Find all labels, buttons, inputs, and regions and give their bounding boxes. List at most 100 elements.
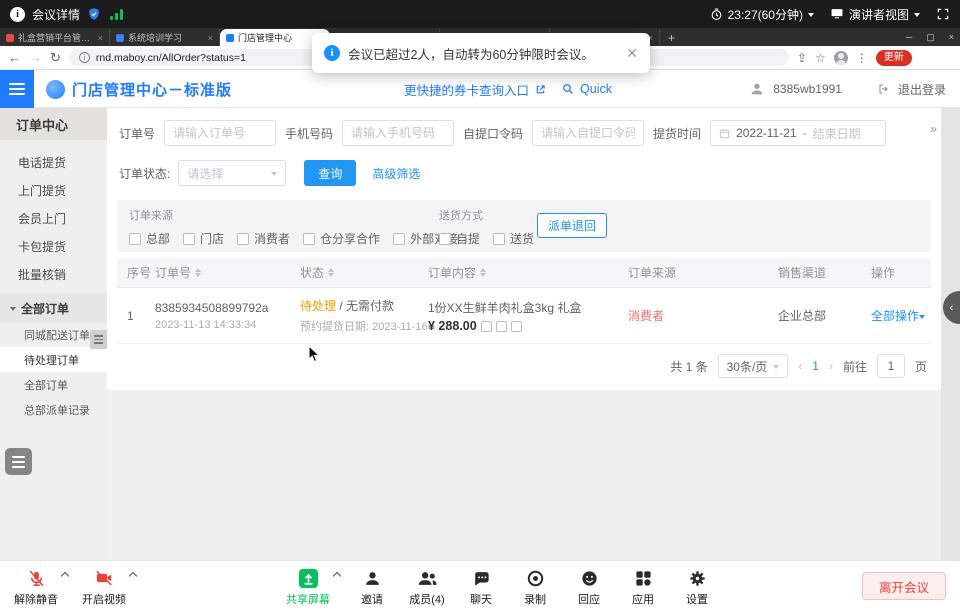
info-icon: i [324, 45, 340, 61]
record-button[interactable]: 录制 [511, 567, 559, 607]
quick-label[interactable]: Quick [580, 82, 612, 96]
dispatch-return-button[interactable]: 派单退回 [537, 213, 607, 238]
members-icon [417, 567, 438, 589]
tab-close-icon[interactable]: × [208, 33, 213, 43]
mouse-cursor [308, 345, 321, 368]
quick-entry-link[interactable]: 更快捷的券卡查询入口 [404, 80, 529, 99]
sidebar-item-member-visit[interactable]: 会员上门 [0, 204, 107, 232]
filter-panel: 订单来源 总部 门店 消费者 仓分享合作 外部对接 送货方式 自提 送货 派单退… [117, 200, 931, 252]
sidebar-collapse-handle[interactable] [90, 330, 107, 349]
cell-order-time: 2023-11-13 14:33:34 [155, 319, 300, 331]
checkbox-icon[interactable] [129, 233, 141, 245]
browser-profile-avatar[interactable] [834, 51, 848, 65]
collapse-panel-icon[interactable]: » [930, 122, 937, 136]
search-icon [562, 83, 574, 95]
checkbox-source-warehouse[interactable]: 仓分享合作 [303, 230, 380, 247]
meeting-info-icon[interactable]: i [10, 7, 25, 22]
chevron-up-icon[interactable] [129, 572, 137, 580]
cell-pickup-date: 预约提货日期: 2023-11-16 [300, 318, 428, 334]
goto-page-input[interactable] [877, 354, 905, 378]
chevron-up-icon[interactable] [333, 572, 341, 580]
checkbox-icon[interactable] [393, 233, 405, 245]
share-icon[interactable]: ⇪ [797, 52, 807, 64]
start-video-button[interactable]: 开启视频 [76, 567, 132, 607]
menu-toggle-button[interactable] [0, 70, 34, 108]
chevron-down-icon [914, 13, 920, 20]
checkbox-icon[interactable] [439, 233, 451, 245]
checkbox-icon[interactable] [183, 233, 195, 245]
date-range-picker[interactable]: 2022-11-21 - 结束日期 [710, 120, 886, 146]
toast-close-icon[interactable]: ✕ [626, 45, 638, 62]
sidebar-item-hq-dispatch-log[interactable]: 总部派单记录 [0, 397, 107, 422]
invite-button[interactable]: 邀请 [348, 567, 396, 607]
browser-tab[interactable]: 系统培训学习× [110, 29, 220, 46]
sidebar-group-all-orders[interactable]: 全部订单 [0, 294, 107, 322]
bookmark-star-icon[interactable]: ☆ [815, 52, 826, 64]
maximize-button[interactable]: ▢ [926, 32, 935, 43]
pickup-code-input[interactable] [532, 120, 644, 146]
meeting-details-label[interactable]: 会议详情 [32, 6, 80, 23]
meeting-timer-dropdown[interactable]: 23:27(60分钟) [710, 6, 814, 23]
chevron-up-icon[interactable] [61, 572, 69, 580]
next-page-button[interactable]: › [829, 359, 833, 373]
floating-list-button[interactable] [5, 448, 32, 475]
toast-notification: i 会议已超过2人，自动转为60分钟限时会议。 ✕ [312, 33, 650, 73]
apps-button[interactable]: 应用 [619, 567, 667, 607]
sidebar-item-all-orders[interactable]: 全部订单 [0, 372, 107, 397]
checkbox-source-consumer[interactable]: 消费者 [237, 230, 290, 247]
sort-icon[interactable] [480, 265, 486, 280]
close-button[interactable]: × [949, 32, 954, 42]
checkbox-delivery-pickup[interactable]: 自提 [439, 230, 480, 247]
chat-button[interactable]: 聊天 [457, 567, 505, 607]
browser-tab[interactable]: 礼盒营销平台管理中心× [0, 29, 110, 46]
phone-input[interactable] [342, 120, 454, 146]
order-no-input[interactable] [164, 120, 276, 146]
date-start-value: 2022-11-21 [736, 126, 797, 140]
leave-meeting-button[interactable]: 离开会议 [862, 572, 946, 600]
sort-icon[interactable] [328, 265, 334, 280]
tab-close-icon[interactable]: × [98, 33, 103, 43]
reload-button[interactable]: ↻ [50, 51, 61, 64]
fullscreen-icon[interactable] [936, 7, 950, 21]
advanced-filter-link[interactable]: 高级筛选 [372, 165, 420, 182]
delivery-group-label: 送货方式 [439, 207, 534, 223]
share-screen-button[interactable]: 共享屏幕 [280, 567, 336, 607]
status-select[interactable]: 请选择 [178, 160, 286, 186]
browser-menu-icon[interactable]: ⋮ [856, 52, 868, 64]
sidebar-item-door-pickup[interactable]: 上门提货 [0, 176, 107, 204]
checkbox-icon[interactable] [303, 233, 315, 245]
minimize-button[interactable]: ─ [906, 32, 912, 42]
prev-page-button[interactable]: ‹ [798, 359, 802, 373]
sort-icon[interactable] [195, 265, 201, 280]
brand-logo-icon [46, 80, 65, 99]
new-tab-button[interactable]: + [660, 29, 683, 46]
phone-icon [511, 321, 522, 332]
back-button[interactable]: ← [8, 51, 21, 64]
current-page[interactable]: 1 [812, 359, 819, 373]
sidebar-item-phone-pickup[interactable]: 电话提货 [0, 148, 107, 176]
site-info-icon[interactable]: i [79, 52, 90, 63]
page-size-select[interactable]: 30条/页 [718, 354, 789, 378]
checkbox-icon[interactable] [493, 233, 505, 245]
search-button[interactable]: 查询 [304, 160, 356, 186]
meeting-window: i 会议详情 23:27(60分钟) 演讲者视图 礼盒营销平台管理中心× 系统培… [0, 0, 960, 610]
row-action-dropdown[interactable]: 全部操作 [871, 307, 931, 324]
checkbox-source-store[interactable]: 门店 [183, 230, 224, 247]
checkbox-icon[interactable] [237, 233, 249, 245]
sidebar-item-card-pickup[interactable]: 卡包提货 [0, 232, 107, 260]
view-mode-switcher[interactable]: 演讲者视图 [830, 6, 920, 23]
browser-update-button[interactable]: 更新 [876, 50, 912, 66]
unmute-button[interactable]: 解除静音 [8, 567, 64, 607]
security-shield-icon[interactable] [87, 7, 101, 21]
sidebar-item-pending-orders[interactable]: 待处理订单 [0, 347, 107, 372]
settings-button[interactable]: 设置 [673, 567, 721, 607]
checkbox-source-hq[interactable]: 总部 [129, 230, 170, 247]
reactions-button[interactable]: 回应 [565, 567, 613, 607]
forward-button[interactable]: → [29, 51, 42, 64]
logout-button[interactable]: 退出登录 [898, 81, 946, 98]
network-signal-icon [110, 9, 123, 20]
checkbox-delivery-send[interactable]: 送货 [493, 230, 534, 247]
sidebar-item-batch-verify[interactable]: 批量核销 [0, 260, 107, 288]
col-status: 状态 [300, 264, 428, 281]
members-button[interactable]: 成员(4) [400, 567, 454, 607]
